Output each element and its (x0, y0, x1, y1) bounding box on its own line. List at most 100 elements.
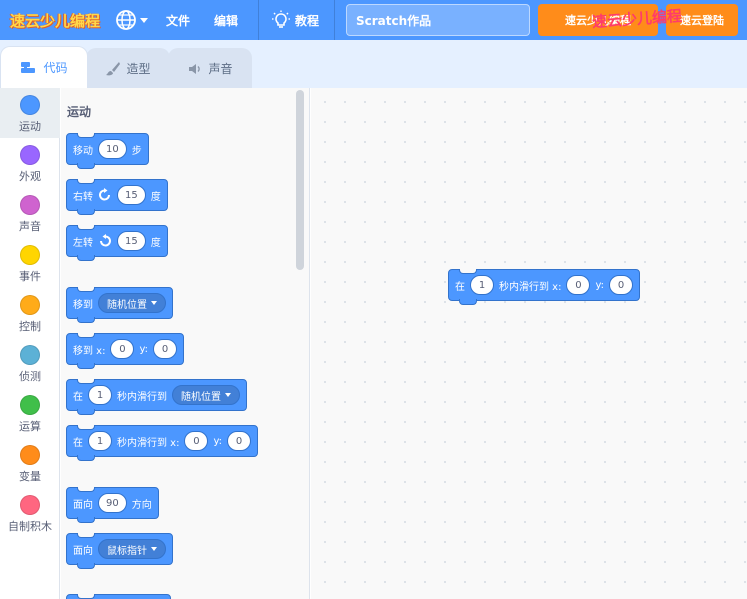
block-input[interactable]: 15 (117, 185, 146, 205)
tab-costumes[interactable]: 造型 (86, 48, 170, 88)
chevron-down-icon (151, 301, 157, 305)
category-dot (20, 445, 40, 465)
category-sound[interactable]: 声音 (0, 188, 60, 238)
code-icon (21, 61, 36, 73)
tab-strip: 造型 声音 代码 (0, 40, 747, 88)
tab-label: 代码 (43, 61, 68, 75)
block-input[interactable]: 15 (117, 231, 146, 251)
block-text: 度 (150, 237, 161, 249)
block-text: 移动 (73, 145, 93, 157)
project-title-input[interactable] (346, 4, 530, 36)
category-dot (20, 295, 40, 315)
block-input[interactable]: 1 (88, 385, 112, 405)
menu-divider (258, 0, 259, 40)
block-turn-right[interactable]: 右转 15 度 (66, 179, 168, 215)
tab-label: 造型 (126, 62, 151, 76)
block-text: y: (139, 343, 149, 355)
block-point-towards[interactable]: 面向 鼠标指针 (66, 533, 173, 569)
block-text: 步 (131, 145, 142, 157)
category-my-blocks[interactable]: 自制积木 (0, 488, 60, 538)
block-text: 移到 (73, 299, 93, 311)
dropdown-value: 鼠标指针 (107, 545, 147, 557)
category-dot (20, 145, 40, 165)
menu-divider (334, 0, 335, 40)
block-input-x[interactable]: 0 (566, 275, 591, 295)
script-workspace[interactable]: 在 1 秒内滑行到 x: 0 y: 0 (311, 88, 747, 599)
block-text: 面向 (73, 499, 93, 511)
block-palette: 运动 移动 10 步 右转 15 度 左转 15 度 移到 随机位置 移到 x:… (61, 88, 310, 599)
category-control[interactable]: 控制 (0, 288, 60, 338)
category-dot (20, 195, 40, 215)
tab-sounds[interactable]: 声音 (168, 48, 252, 88)
block-input-x[interactable]: 0 (110, 339, 135, 359)
dropdown-value: 随机位置 (181, 391, 221, 403)
block-input[interactable]: 90 (98, 493, 127, 513)
block-input[interactable]: 10 (98, 139, 127, 159)
block-input-x[interactable]: 0 (184, 431, 209, 451)
category-label: 变量 (19, 470, 41, 483)
block-text: 在 (455, 281, 465, 293)
block-turn-left[interactable]: 左转 15 度 (66, 225, 168, 261)
category-sensing[interactable]: 侦测 (0, 338, 60, 388)
speaker-icon (189, 63, 201, 74)
category-label: 运算 (19, 420, 41, 433)
tab-code[interactable]: 代码 (0, 46, 88, 88)
palette-scrollbar[interactable] (296, 90, 304, 270)
block-input-y[interactable]: 0 (153, 339, 178, 359)
language-menu[interactable] (115, 8, 151, 32)
category-events[interactable]: 事件 (0, 238, 60, 288)
block-text: 度 (150, 191, 161, 203)
block-dropdown[interactable]: 随机位置 (98, 293, 166, 313)
block-input[interactable]: 1 (470, 275, 494, 295)
category-dot (20, 395, 40, 415)
block-go-to-xy[interactable]: 移到 x: 0 y: 0 (66, 333, 185, 369)
tutorial-button[interactable]: 教程 (271, 0, 319, 40)
category-label: 控制 (19, 320, 41, 333)
rotate-left-icon (98, 234, 112, 248)
block-text: 右转 (73, 191, 93, 203)
rotate-right-icon (98, 188, 112, 202)
block-dropdown[interactable]: 鼠标指针 (98, 539, 166, 559)
category-list: 运动 外观 声音 事件 控制 侦测 运算 变量 自制积木 (0, 88, 60, 599)
block-dropdown[interactable]: 随机位置 (172, 385, 240, 405)
block-text: 秒内滑行到 (117, 391, 167, 403)
category-label: 事件 (19, 270, 41, 283)
block-input[interactable]: 1 (88, 431, 112, 451)
block-input-y[interactable]: 0 (227, 431, 252, 451)
logo[interactable]: 速云少儿编程 (10, 7, 100, 33)
category-variables[interactable]: 变量 (0, 438, 60, 488)
category-label: 运动 (19, 120, 41, 133)
block-text: 左转 (73, 237, 93, 249)
block-text: 方向 (131, 499, 152, 511)
category-dot (20, 495, 40, 515)
lightbulb-icon (272, 10, 290, 28)
globe-icon (116, 10, 136, 30)
block-text: 面向 (73, 545, 93, 557)
block-glide-to-xy[interactable]: 在 1 秒内滑行到 x: 0 y: 0 (66, 425, 259, 461)
file-menu[interactable]: 文件 (166, 0, 190, 40)
category-label: 侦测 (19, 370, 41, 383)
category-label: 自制积木 (8, 520, 52, 533)
block-input-y[interactable]: 0 (609, 275, 634, 295)
block-partial[interactable] (66, 594, 171, 599)
edit-menu[interactable]: 编辑 (214, 0, 238, 40)
block-text: 在 (73, 391, 83, 403)
category-dot (20, 345, 40, 365)
block-move-steps[interactable]: 移动 10 步 (66, 133, 149, 169)
workspace-block-glide-to-xy[interactable]: 在 1 秒内滑行到 x: 0 y: 0 (448, 269, 641, 305)
tutorial-label: 教程 (295, 13, 320, 28)
block-text: 在 (73, 437, 83, 449)
chevron-down-icon (151, 547, 157, 551)
block-point-direction[interactable]: 面向 90 方向 (66, 487, 159, 523)
category-dot (20, 95, 40, 115)
block-go-to[interactable]: 移到 随机位置 (66, 287, 173, 323)
category-motion[interactable]: 运动 (0, 88, 60, 138)
dropdown-value: 随机位置 (107, 299, 147, 311)
chevron-down-icon (225, 393, 231, 397)
tab-label: 声音 (208, 62, 233, 76)
category-label: 声音 (19, 220, 41, 233)
block-glide-to[interactable]: 在 1 秒内滑行到 随机位置 (66, 379, 247, 415)
chevron-down-icon (140, 17, 148, 23)
category-operators[interactable]: 运算 (0, 388, 60, 438)
category-looks[interactable]: 外观 (0, 138, 60, 188)
